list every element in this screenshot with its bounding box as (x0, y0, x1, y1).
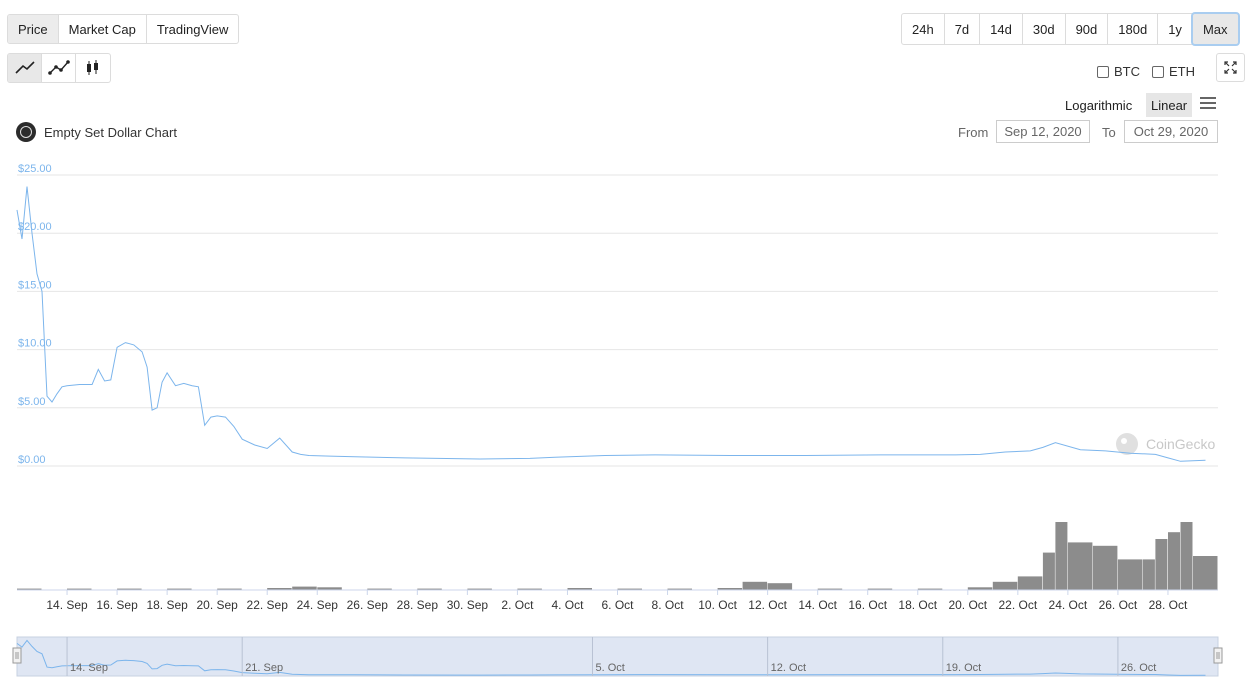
price-chart: $0.00$5.00$10.00$15.00$20.00$25.00CoinGe… (12, 163, 1223, 677)
x-tick-label: 30. Sep (447, 598, 489, 612)
y-tick-label: $15.00 (18, 279, 52, 291)
y-tick-label: $0.00 (18, 454, 46, 466)
watermark: CoinGecko (1116, 433, 1215, 455)
navigator-right-handle[interactable] (1213, 647, 1223, 664)
x-tick-label: 6. Oct (601, 598, 634, 612)
x-tick-label: 12. Oct (748, 598, 787, 612)
navigator-tick-label: 14. Sep (70, 662, 108, 674)
navigator[interactable]: 14. Sep 21. Sep 5. Oct 12. Oct 19. Oct 26. Oc… (12, 636, 1223, 677)
volume-bar (1180, 522, 1193, 590)
navigator-left-handle[interactable] (12, 647, 22, 664)
volume-bar (1155, 539, 1168, 590)
x-tick-label: 26. Oct (1099, 598, 1138, 612)
x-tick-label: 8. Oct (652, 598, 685, 612)
x-tick-label: 22. Sep (247, 598, 289, 612)
x-tick-label: 14. Sep (46, 598, 88, 612)
volume-bar (1193, 556, 1218, 590)
navigator-tick-label: 26. Oct (1121, 662, 1156, 674)
volume-bar (1092, 545, 1118, 590)
x-tick-label: 16. Oct (848, 598, 887, 612)
navigator-tick-label: 12. Oct (771, 662, 806, 674)
volume-bar (1067, 542, 1093, 590)
x-tick-label: 4. Oct (551, 598, 584, 612)
x-tick-label: 26. Sep (347, 598, 389, 612)
x-tick-label: 16. Sep (96, 598, 138, 612)
volume-bar (1055, 522, 1068, 590)
navigator-tick-label: 19. Oct (946, 662, 981, 674)
y-tick-label: $5.00 (18, 396, 46, 408)
volume-bar (767, 583, 793, 590)
x-tick-label: 24. Oct (1049, 598, 1088, 612)
volume-bar (1168, 532, 1180, 590)
x-tick-label: 14. Oct (798, 598, 837, 612)
x-tick-label: 2. Oct (501, 598, 534, 612)
y-tick-label: $10.00 (18, 338, 52, 350)
x-tick-label: 20. Oct (948, 598, 987, 612)
volume-bar (1117, 559, 1143, 590)
x-tick-label: 10. Oct (698, 598, 737, 612)
x-tick-label: 24. Sep (297, 598, 339, 612)
x-tick-label: 22. Oct (998, 598, 1037, 612)
volume-bar (742, 581, 768, 590)
x-tick-label: 18. Oct (898, 598, 937, 612)
navigator-tick-label: 5. Oct (595, 662, 624, 674)
x-tick-label: 28. Oct (1149, 598, 1188, 612)
price-line (16, 186, 1206, 462)
volume-bar (1042, 552, 1055, 590)
watermark-text: CoinGecko (1146, 436, 1215, 452)
navigator-tick-label: 21. Sep (245, 662, 283, 674)
volume-bar (992, 581, 1018, 590)
volume-bar (1017, 576, 1043, 590)
x-tick-label: 20. Sep (196, 598, 238, 612)
volume-bar (1142, 559, 1155, 590)
x-tick-label: 28. Sep (397, 598, 439, 612)
volume-bar (292, 586, 317, 590)
y-tick-label: $25.00 (18, 163, 52, 175)
x-tick-label: 18. Sep (146, 598, 188, 612)
